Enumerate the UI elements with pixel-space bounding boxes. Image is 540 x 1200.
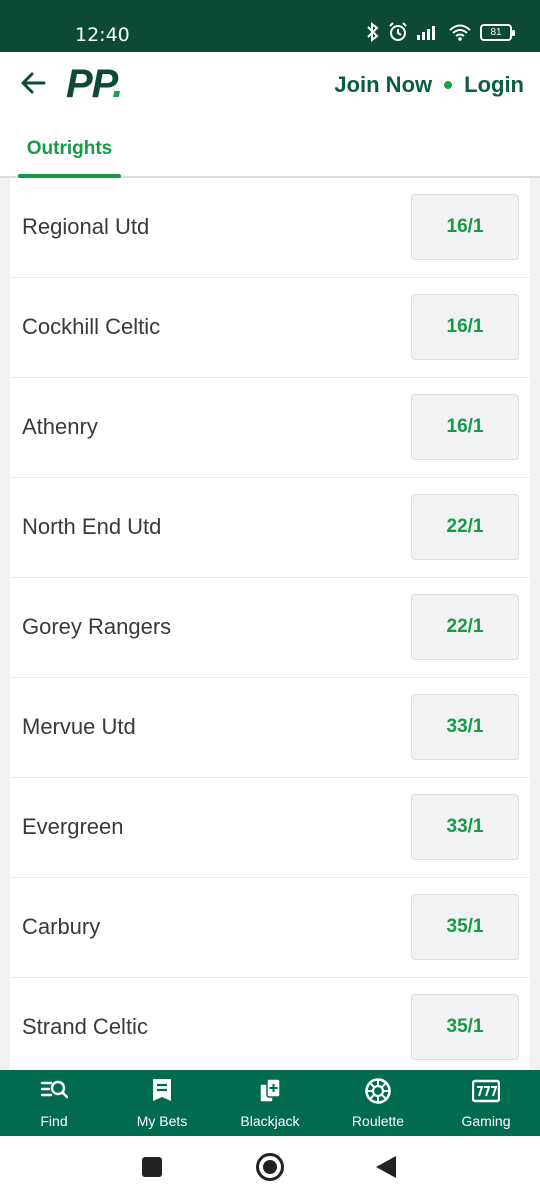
- team-name: Mervue Utd: [22, 714, 136, 739]
- odds-button[interactable]: 35/1: [411, 994, 519, 1060]
- nav-gaming[interactable]: Gaming: [432, 1070, 540, 1136]
- team-name: Athenry: [22, 414, 98, 439]
- recent-apps-icon[interactable]: [142, 1157, 162, 1177]
- odds-button[interactable]: 33/1: [411, 694, 519, 760]
- battery-indicator: 81: [480, 23, 515, 41]
- list-item: Mervue Utd 33/1: [10, 678, 530, 778]
- tab-outrights[interactable]: Outrights: [18, 128, 121, 178]
- cards-icon: [259, 1078, 281, 1103]
- list-item: Cockhill Celtic 16/1: [10, 278, 530, 378]
- list-item: Gorey Rangers 22/1: [10, 578, 530, 678]
- paddy-power-logo[interactable]: PP.: [66, 62, 123, 107]
- logo-text: PP: [66, 62, 113, 106]
- nav-label: Blackjack: [240, 1113, 300, 1129]
- bluetooth-icon: [367, 22, 379, 42]
- list-item: Athenry 16/1: [10, 378, 530, 478]
- team-name: Regional Utd: [22, 214, 150, 239]
- odds-button[interactable]: 16/1: [411, 194, 519, 260]
- list-item: North End Utd 22/1: [10, 478, 530, 578]
- system-navigation-bar: [0, 1136, 540, 1200]
- team-name: Strand Celtic: [22, 1014, 148, 1039]
- separator-dot: [444, 81, 453, 89]
- wifi-icon: [449, 24, 471, 41]
- nav-blackjack[interactable]: Blackjack: [216, 1070, 324, 1136]
- nav-roulette[interactable]: Roulette: [324, 1070, 432, 1136]
- odds-button[interactable]: 22/1: [411, 494, 519, 560]
- list-item: Strand Celtic 35/1: [10, 978, 530, 1070]
- auth-links: Join Now Login: [334, 72, 524, 98]
- status-bar: 12:40 81: [0, 0, 540, 52]
- list-item: Carbury 35/1: [10, 878, 530, 978]
- nav-label: Roulette: [351, 1113, 405, 1129]
- team-name: Evergreen: [22, 814, 124, 839]
- nav-label: Gaming: [461, 1113, 511, 1129]
- odds-button[interactable]: 35/1: [411, 894, 519, 960]
- status-icons: 81: [366, 22, 515, 42]
- outrights-list: Regional Utd 16/1 Cockhill Celtic 16/1 Ath…: [10, 178, 530, 1070]
- status-time: 12:40: [75, 24, 130, 46]
- odds-button[interactable]: 16/1: [411, 294, 519, 360]
- join-now-link[interactable]: Join Now: [334, 72, 432, 98]
- odds-button[interactable]: 16/1: [411, 394, 519, 460]
- odds-button[interactable]: 22/1: [411, 594, 519, 660]
- system-back-icon[interactable]: [376, 1156, 396, 1178]
- alarm-icon: [389, 22, 407, 41]
- search-list-icon: [40, 1080, 68, 1099]
- app-header: PP. Join Now Login Outrights: [0, 52, 540, 178]
- slot-machine-icon: [472, 1079, 500, 1103]
- bet-slip-icon: [153, 1079, 171, 1101]
- nav-my-bets[interactable]: My Bets: [108, 1070, 216, 1136]
- list-item: Regional Utd 16/1: [10, 178, 530, 278]
- odds-button[interactable]: 33/1: [411, 794, 519, 860]
- team-name: Cockhill Celtic: [22, 314, 161, 339]
- list-item: Evergreen 33/1: [10, 778, 530, 878]
- home-icon[interactable]: [256, 1153, 284, 1181]
- nav-find[interactable]: Find: [0, 1070, 108, 1136]
- team-name: North End Utd: [22, 514, 162, 539]
- nav-label: Find: [40, 1113, 68, 1129]
- logo-dot: .: [112, 62, 123, 106]
- team-name: Gorey Rangers: [22, 614, 172, 639]
- roulette-icon: [365, 1078, 391, 1104]
- login-link[interactable]: Login: [464, 72, 524, 98]
- back-arrow-icon[interactable]: [18, 68, 48, 98]
- nav-label: My Bets: [136, 1113, 188, 1129]
- bottom-navigation: Find My Bets Blackjack Roulette Gaming: [0, 1070, 540, 1136]
- team-name: Carbury: [22, 914, 101, 939]
- signal-icon: [417, 26, 435, 40]
